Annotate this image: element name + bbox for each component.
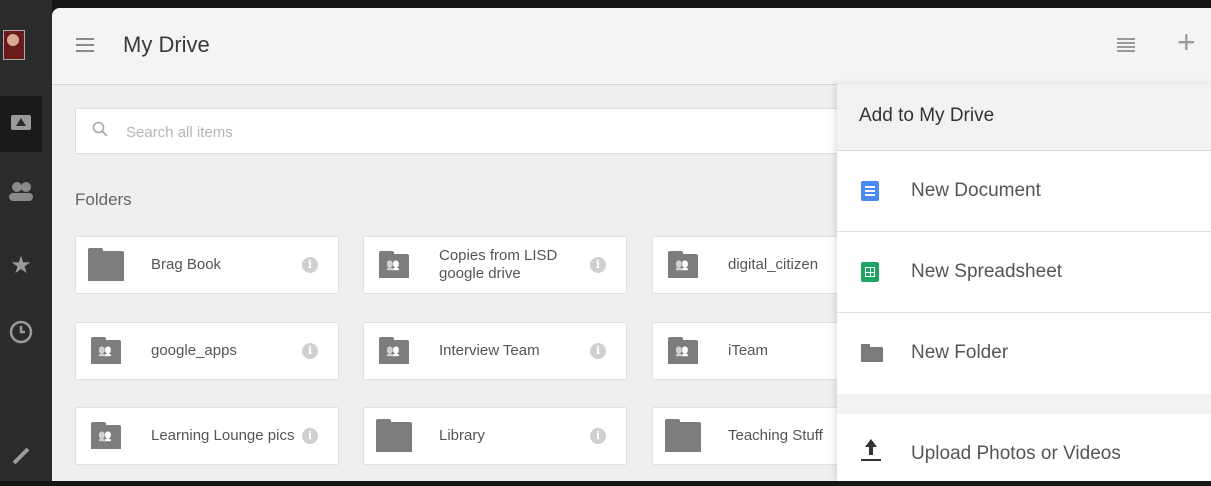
shared-folder-icon: [91, 422, 121, 449]
plus-icon[interactable]: +: [1177, 26, 1196, 58]
list-view-icon[interactable]: [1117, 38, 1135, 52]
folder-name: Copies from LISD google drive: [439, 247, 558, 282]
folder-card[interactable]: Learning Lounge pics i: [75, 407, 339, 465]
info-icon[interactable]: i: [302, 428, 318, 444]
shared-folder-icon: [379, 337, 409, 364]
folder-card[interactable]: Interview Team i: [363, 322, 627, 380]
rail-item-shared[interactable]: [0, 165, 42, 221]
shared-folder-icon: [668, 337, 698, 364]
rail-item-starred[interactable]: ★: [0, 238, 42, 294]
info-icon[interactable]: i: [590, 428, 606, 444]
search-box[interactable]: [75, 108, 885, 155]
menu-item-label: New Spreadsheet: [911, 261, 1063, 282]
folder-icon: [376, 419, 412, 452]
folder-card[interactable]: Copies from LISD google drive i: [363, 236, 627, 294]
people-icon: [8, 180, 34, 207]
rail-item-drive[interactable]: [0, 96, 42, 152]
page-title: My Drive: [123, 32, 210, 57]
menu-item-label: New Folder: [911, 342, 1009, 363]
document-icon: [861, 181, 879, 201]
folder-icon: [665, 419, 701, 452]
hamburger-icon[interactable]: [76, 38, 94, 52]
folder-card[interactable]: Library i: [363, 407, 627, 465]
folders-heading: Folders: [75, 190, 132, 209]
new-document-item[interactable]: New Document: [837, 151, 1211, 232]
folder-card[interactable]: Brag Book i: [75, 236, 339, 294]
main-panel: My Drive + Folders Brag Book i Copies fr…: [52, 8, 1211, 481]
folder-name: Brag Book: [151, 256, 222, 273]
spreadsheet-icon: [861, 262, 879, 282]
folder-name: Interview Team: [439, 342, 540, 359]
info-icon[interactable]: i: [302, 343, 318, 359]
new-folder-item[interactable]: New Folder: [837, 313, 1211, 394]
left-rail: ★: [0, 0, 52, 481]
search-icon: [92, 121, 108, 142]
clock-icon: [9, 320, 33, 349]
rail-item-recent[interactable]: [0, 306, 42, 362]
folder-icon: [88, 248, 124, 281]
folder-name: Learning Lounge pics: [151, 427, 295, 444]
menu-divider: [837, 394, 1211, 414]
shared-folder-icon: [668, 251, 698, 278]
avatar[interactable]: [3, 30, 25, 60]
info-icon[interactable]: i: [590, 257, 606, 273]
folder-card[interactable]: google_apps i: [75, 322, 339, 380]
upload-icon: [861, 439, 881, 463]
folder-icon: [861, 344, 883, 362]
star-icon: ★: [10, 252, 32, 279]
shared-folder-icon: [91, 337, 121, 364]
menu-item-label: New Document: [911, 180, 1041, 201]
rail-item-more[interactable]: [0, 430, 42, 486]
folder-name: Library: [439, 427, 485, 444]
link-icon: [10, 445, 32, 472]
info-icon[interactable]: i: [302, 257, 318, 273]
add-menu-title: Add to My Drive: [837, 84, 1211, 151]
info-icon[interactable]: i: [590, 343, 606, 359]
top-bar: My Drive +: [52, 8, 1211, 85]
folder-name: google_apps: [151, 342, 237, 359]
menu-item-label: Upload Photos or Videos: [911, 443, 1121, 464]
search-input[interactable]: [124, 109, 848, 155]
upload-item[interactable]: Upload Photos or Videos: [837, 414, 1211, 481]
drive-icon: [10, 112, 32, 137]
add-menu: Add to My Drive New Document New Spreads…: [837, 84, 1211, 481]
shared-folder-icon: [379, 251, 409, 278]
new-spreadsheet-item[interactable]: New Spreadsheet: [837, 232, 1211, 313]
